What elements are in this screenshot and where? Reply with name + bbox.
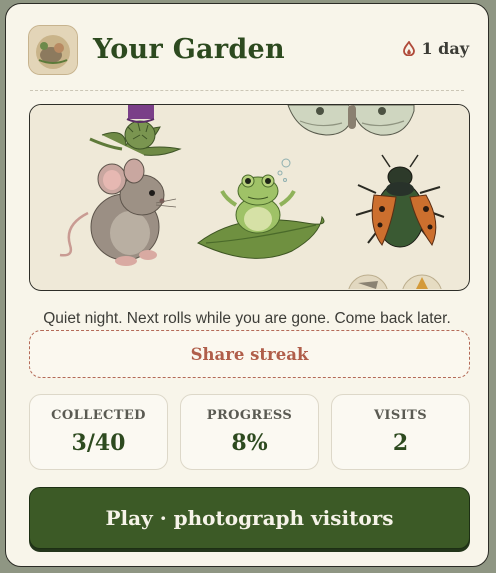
garden-avatar-icon [28, 25, 78, 75]
stat-collected: COLLECTED 3/40 [29, 394, 168, 470]
stats-row: COLLECTED 3/40 PROGRESS 8% VISITS 2 [29, 394, 470, 470]
stat-value: 2 [392, 430, 409, 456]
play-button[interactable]: Play · photograph visitors [29, 487, 470, 549]
share-streak-button[interactable]: Share streak [29, 330, 470, 378]
stat-progress: PROGRESS 8% [180, 394, 319, 470]
status-message: Quiet night. Next rolls while you are go… [43, 310, 451, 327]
stat-label: COLLECTED [51, 408, 146, 423]
stat-value: 3/40 [71, 430, 126, 456]
stat-value: 8% [231, 430, 268, 456]
streak-indicator: 1 day [403, 39, 469, 58]
garden-card: Your Garden 1 day Quiet night. Next roll… [5, 3, 489, 567]
flame-icon [403, 41, 416, 56]
stat-label: VISITS [373, 408, 428, 423]
stat-label: PROGRESS [206, 408, 293, 423]
page-title: Your Garden [93, 34, 285, 65]
stat-visits: VISITS 2 [331, 394, 470, 470]
garden-scene[interactable] [29, 104, 470, 291]
streak-days: 1 day [421, 39, 469, 58]
header-divider [30, 90, 464, 91]
header: Your Garden 1 day [6, 4, 488, 92]
